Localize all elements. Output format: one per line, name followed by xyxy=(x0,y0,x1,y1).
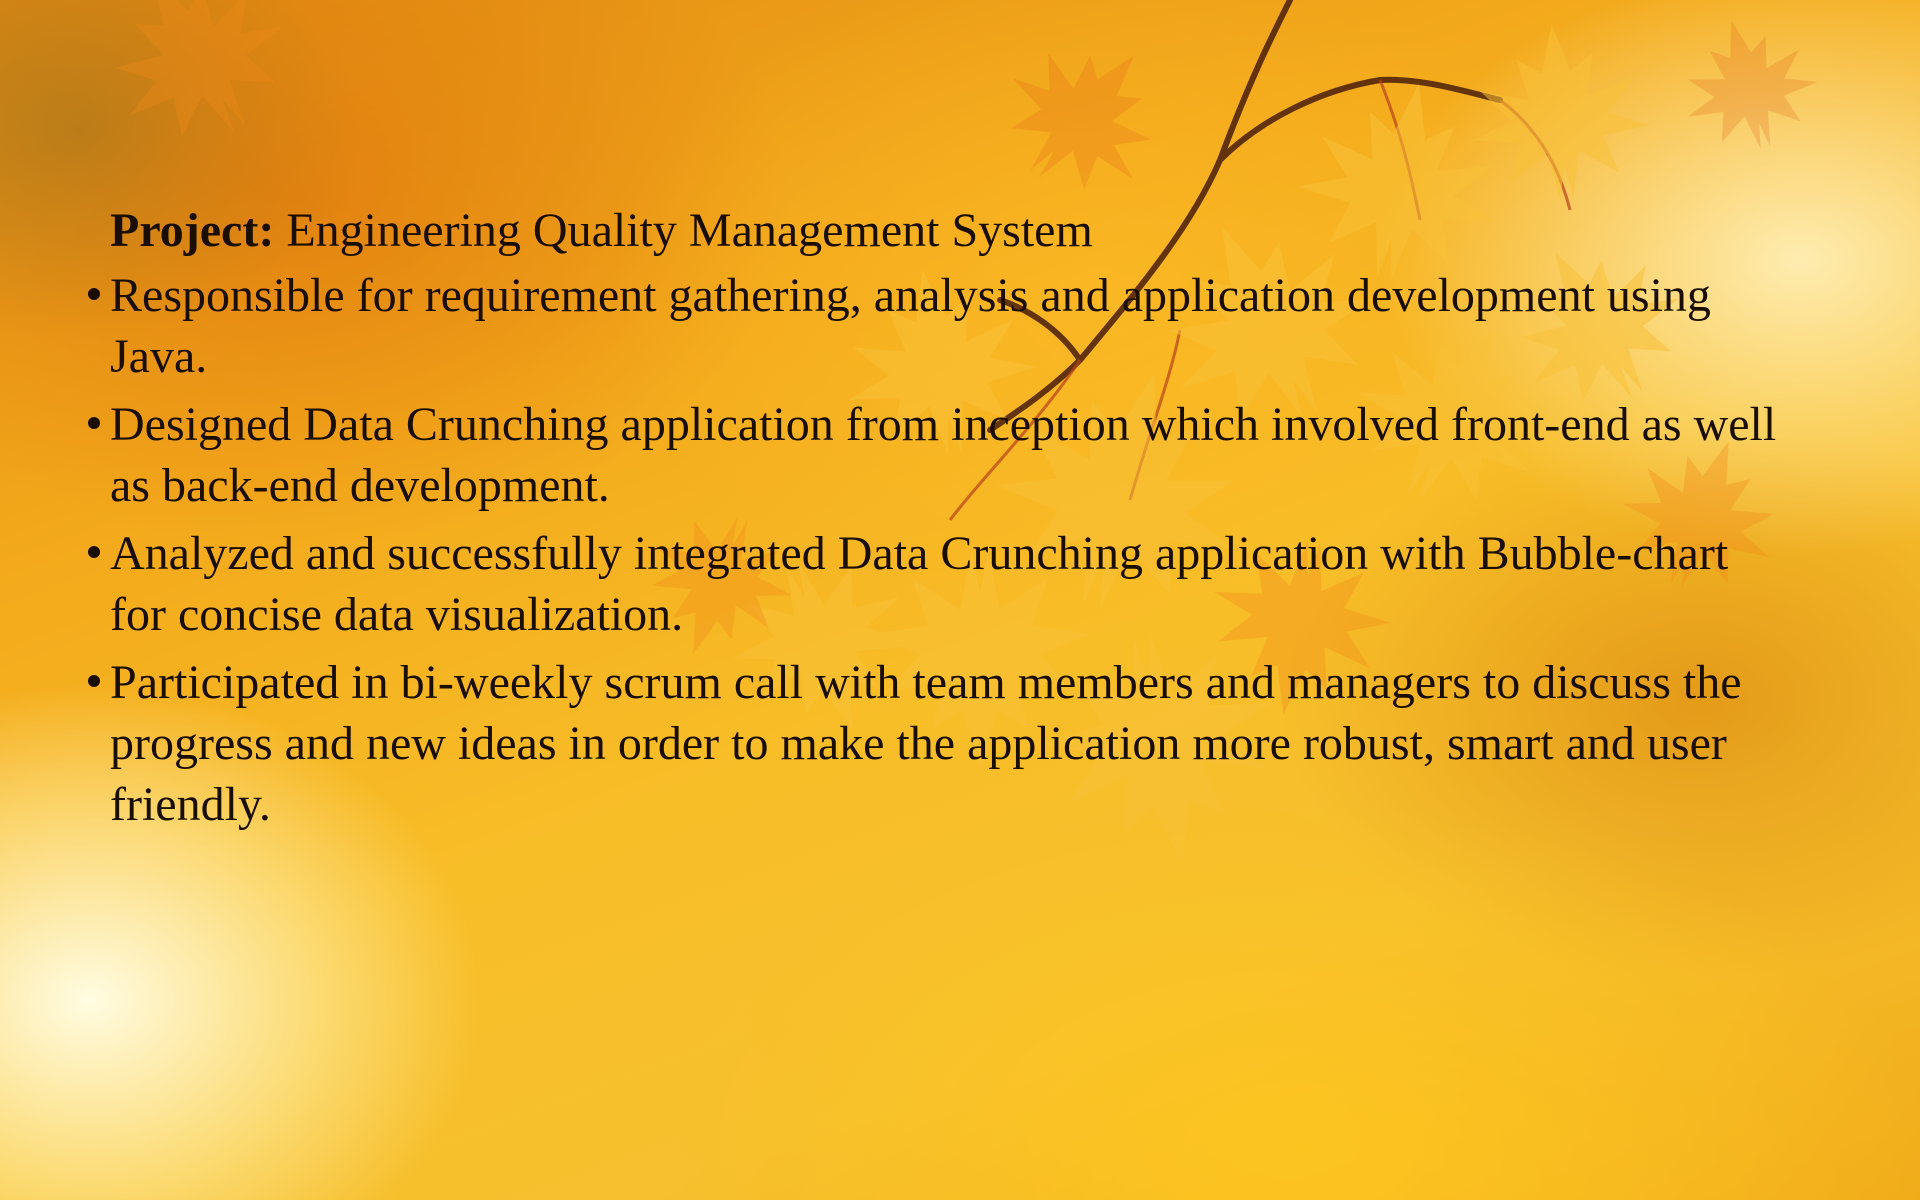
bullet-icon xyxy=(88,288,100,300)
project-heading: Project: Engineering Quality Management … xyxy=(86,200,1786,261)
bullet-text: Participated in bi-weekly scrum call wit… xyxy=(110,656,1742,831)
bullet-item: Participated in bi-weekly scrum call wit… xyxy=(86,652,1786,835)
bullet-text: Designed Data Crunching application from… xyxy=(110,398,1777,512)
bullet-icon xyxy=(88,546,100,558)
slide-content: Project: Engineering Quality Management … xyxy=(86,200,1786,842)
bullet-icon xyxy=(88,675,100,687)
project-name: Engineering Quality Management System xyxy=(286,204,1093,257)
bullet-item: Designed Data Crunching application from… xyxy=(86,394,1786,516)
bullet-item: Analyzed and successfully integrated Dat… xyxy=(86,523,1786,645)
bullet-text: Analyzed and successfully integrated Dat… xyxy=(110,527,1729,641)
project-label: Project: xyxy=(110,204,275,257)
bullet-item: Responsible for requirement gathering, a… xyxy=(86,265,1786,387)
bullet-text: Responsible for requirement gathering, a… xyxy=(110,269,1711,383)
bullet-icon xyxy=(88,417,100,429)
